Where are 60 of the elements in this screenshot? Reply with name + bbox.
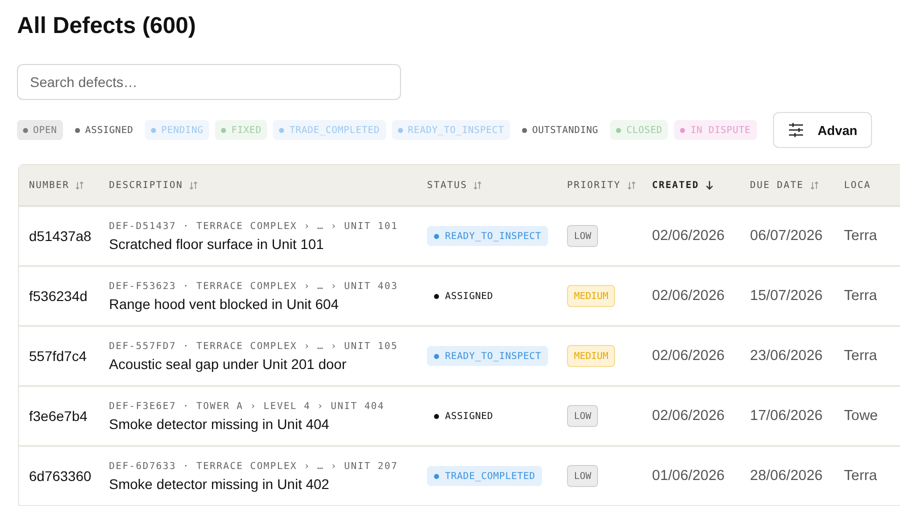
created-date: 02/06/2026 [651,407,726,426]
defect-description: Acoustic seal gap under Unit 201 door [109,356,346,372]
sort-icon [188,180,198,190]
column-header[interactable]: DESCRIPTION [99,165,417,205]
location-text: Terra [843,347,878,366]
status-label: ASSIGNED [427,286,500,306]
defect-description: Range hood vent blocked in Unit 604 [109,296,339,312]
page-title: All Defects (600) [17,11,197,40]
due-date: 23/06/2026 [749,347,824,366]
created-date: 02/06/2026 [651,347,726,366]
sort-icon [626,180,636,190]
location-text: Towe [843,407,879,426]
column-header[interactable]: DUE DATE [740,165,834,205]
defect-number: 557fd7c4 [28,347,88,366]
defect-number: f536234d [28,287,88,306]
created-date: 02/06/2026 [651,227,726,246]
defect-description: Smoke detector missing in Unit 402 [109,476,330,492]
defect-reference: DEF-557FD7 · TERRACE COMPLEX › … › UNIT 105 [109,340,398,352]
status-label: ASSIGNED [427,406,500,426]
defect-number: f3e6e7b4 [28,407,88,426]
column-header[interactable]: PRIORITY [557,165,642,205]
priority-badge: LOW [567,225,598,247]
due-date: 17/06/2026 [749,407,824,426]
defect-number: d51437a8 [28,227,92,246]
status-filter-chip[interactable]: OUTSTANDING [516,120,604,140]
priority-badge: LOW [567,405,598,427]
search-field[interactable]: Search defects… [17,64,401,100]
status-badge: READY_TO_INSPECT [427,346,548,366]
defect-description: Smoke detector missing in Unit 404 [109,416,330,432]
priority-badge: MEDIUM [567,345,616,367]
status-badge: TRADE_COMPLETED [427,466,542,486]
priority-badge: LOW [567,465,598,487]
defect-reference: DEF-F53623 · TERRACE COMPLEX › … › UNIT 403 [109,280,398,292]
due-date: 06/07/2026 [749,227,824,246]
location-text: Terra [843,227,878,246]
advanced-filter-button[interactable]: Advan [772,112,872,148]
defect-number: 6d763360 [28,467,92,486]
defect-reference: DEF-F3E6E7 · TOWER A › LEVEL 4 › UNIT 404 [109,400,384,412]
due-date: 28/06/2026 [749,467,824,486]
location-text: Terra [843,287,878,306]
arrow-down-icon [705,180,714,190]
defect-reference: DEF-6D7633 · TERRACE COMPLEX › … › UNIT 207 [109,460,398,472]
status-badge: READY_TO_INSPECT [427,226,548,246]
status-filter-chip[interactable]: OPEN [17,120,64,140]
sort-icon [810,180,819,190]
defect-reference: DEF-D51437 · TERRACE COMPLEX › … › UNIT 101 [109,220,398,232]
sliders-icon [788,122,804,138]
column-header[interactable]: CREATED [642,165,740,205]
created-date: 02/06/2026 [651,287,726,306]
priority-badge: MEDIUM [567,285,616,307]
due-date: 15/07/2026 [749,287,824,306]
column-header[interactable]: NUMBER [19,165,99,205]
location-text: Terra [843,467,878,486]
column-header[interactable]: LOCA [834,165,900,205]
defect-description: Scratched floor surface in Unit 101 [109,236,324,252]
created-date: 01/06/2026 [651,467,726,486]
sort-icon [473,180,482,190]
status-filter-chip[interactable]: ASSIGNED [69,120,140,140]
column-header[interactable]: STATUS [417,165,557,205]
sort-icon [75,180,84,190]
